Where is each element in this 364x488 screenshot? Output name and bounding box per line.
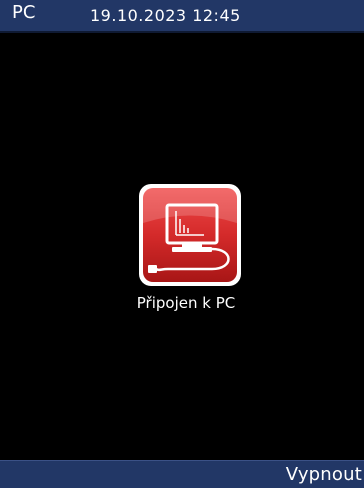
- connection-status-label: Připojen k PC: [136, 294, 236, 312]
- pc-connection-icon: [138, 183, 242, 287]
- mode-label: PC: [12, 2, 36, 23]
- turn-off-softkey[interactable]: Vypnout: [286, 464, 362, 486]
- status-bar: PC 19.10.2023 12:45: [0, 0, 364, 33]
- date-time: 19.10.2023 12:45: [90, 6, 241, 25]
- main-content: Připojen k PC: [0, 33, 364, 460]
- softkey-bar: Vypnout: [0, 460, 364, 488]
